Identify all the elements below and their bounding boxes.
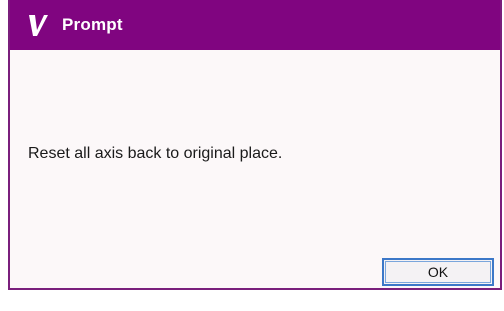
v-logo-icon [20,0,56,50]
window-title: Prompt [62,15,123,34]
dialog-body: Reset all axis back to original place. O… [10,50,500,288]
prompt-message: Reset all axis back to original place. [28,145,283,162]
title-bar[interactable]: Prompt [10,0,500,50]
ok-button[interactable]: OK [382,258,494,286]
prompt-dialog: Prompt Reset all axis back to original p… [8,0,502,290]
